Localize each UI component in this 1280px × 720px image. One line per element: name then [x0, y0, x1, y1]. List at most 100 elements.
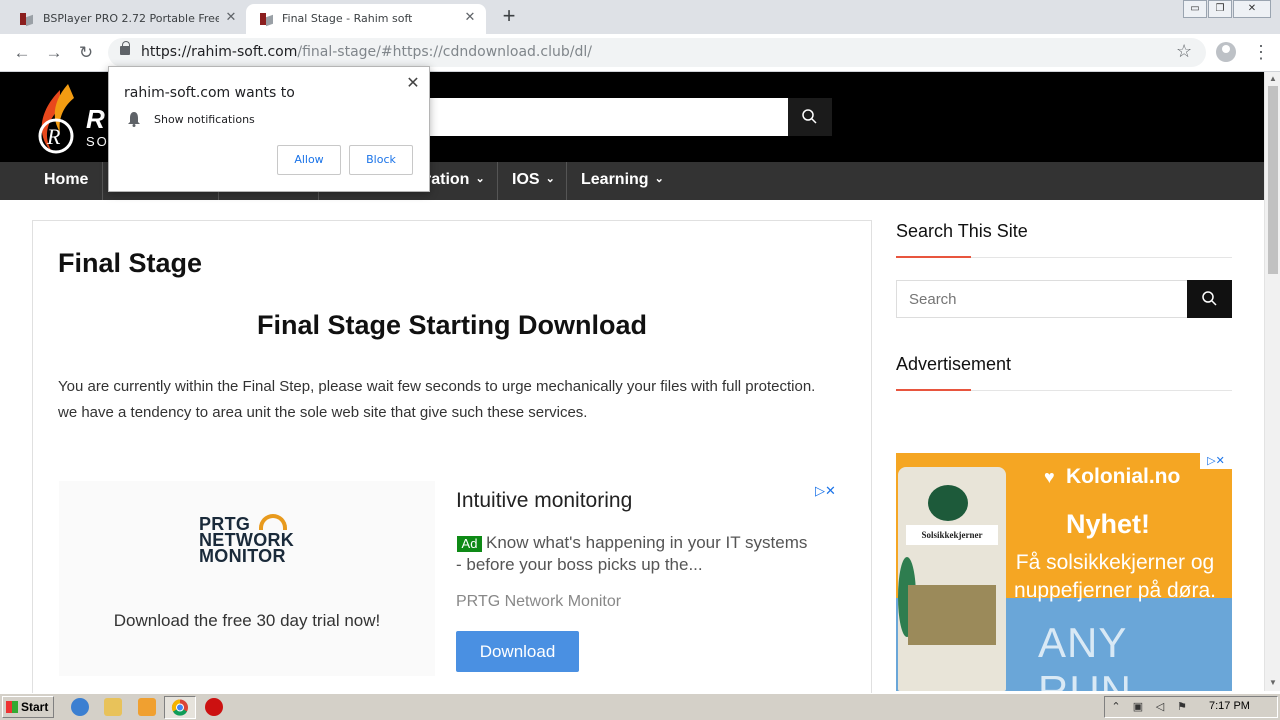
site-logo-subtext: SO	[86, 134, 109, 149]
search-icon	[802, 109, 817, 124]
menu-kebab-icon[interactable]: ⋮	[1252, 42, 1270, 62]
body-line: You are currently within the Final Step,…	[58, 378, 816, 395]
sidebar-search-button[interactable]	[1187, 280, 1232, 318]
tab-title: BSPlayer PRO 2.72 Portable Free Do	[43, 12, 219, 25]
svg-text:R: R	[46, 124, 61, 149]
sidebar-search-input[interactable]	[896, 280, 1188, 318]
block-button[interactable]: Block	[349, 145, 413, 175]
page-scrollbar[interactable]: ▲ ▼	[1264, 72, 1280, 691]
browser-tab-final-stage[interactable]: Final Stage - Rahim soft ✕	[246, 4, 486, 34]
kolonial-ad[interactable]: ▷✕ Solsikkekjerner ♥ Kolonial.no Nyhet! …	[896, 453, 1232, 691]
profile-avatar-icon[interactable]	[1216, 42, 1236, 62]
search-icon	[1202, 291, 1217, 306]
favicon-icon	[20, 13, 33, 27]
notification-permission-popup: rahim-soft.com wants to ✕ Show notificat…	[108, 66, 430, 192]
plus-icon[interactable]: +	[499, 5, 519, 27]
tab-title: Final Stage - Rahim soft	[282, 12, 413, 25]
anyrun-watermark: ANY RUN	[1038, 619, 1132, 691]
volume-icon[interactable]: ◁	[1153, 700, 1167, 714]
adchoices-icon[interactable]: ▷✕	[815, 483, 836, 499]
heading-accent	[896, 256, 971, 258]
system-tray: ⌃ ▣ ◁ ⚑ 7:17 PM	[1104, 696, 1278, 718]
menu-label: Home	[44, 171, 89, 188]
scroll-up-icon[interactable]: ▲	[1265, 72, 1280, 86]
folder-icon[interactable]	[104, 698, 122, 716]
menu-label: ration	[425, 171, 470, 188]
tray-expand-icon[interactable]: ⌃	[1109, 700, 1123, 714]
ad-trial-text: Download the free 30 day trial now!	[113, 611, 381, 630]
url-text[interactable]: https://rahim-soft.com/final-stage/#http…	[141, 44, 592, 60]
popup-title: rahim-soft.com wants to	[124, 85, 295, 101]
chrome-icon	[171, 699, 188, 716]
windows-taskbar: Start ⌃ ▣ ◁ ⚑ 7:17 PM	[0, 693, 1280, 720]
ad-description[interactable]: Know what's happening in your IT systems…	[456, 532, 816, 576]
kolonial-headline: Nyhet!	[1066, 509, 1151, 539]
scroll-thumb[interactable]	[1268, 86, 1278, 274]
network-icon[interactable]: ▣	[1131, 700, 1145, 714]
bag-logo-icon	[928, 485, 968, 521]
menu-item-learning[interactable]: Learning ⌄	[567, 162, 677, 200]
product-bag-image: Solsikkekjerner	[898, 467, 1006, 691]
ad-headline[interactable]: Intuitive monitoring	[456, 489, 632, 513]
url-path: /final-stage/#https://cdndownload.club/d…	[297, 44, 592, 60]
heading-accent	[896, 389, 971, 391]
browser-tab-bsplayer[interactable]: BSPlayer PRO 2.72 Portable Free Do ✕	[0, 4, 246, 34]
start-label: Start	[21, 700, 49, 714]
bookmark-star-icon[interactable]: ☆	[1176, 41, 1192, 62]
prtg-ad-image[interactable]: PRTG NETWORK MONITOR Download the free 3…	[59, 481, 435, 676]
sidebar-ad-heading: Advertisement	[896, 354, 1012, 374]
ad-badge: Ad	[457, 536, 482, 552]
flag-icon[interactable]: ⚑	[1175, 700, 1189, 714]
popup-message: Show notifications	[154, 113, 255, 126]
sidebar-search-heading: Search This Site	[896, 221, 1028, 241]
close-icon[interactable]: ✕	[1233, 0, 1271, 18]
header-search-button[interactable]	[788, 98, 832, 136]
favicon-icon	[260, 13, 273, 27]
windows-logo-icon	[6, 701, 18, 713]
clock[interactable]: 7:17 PM	[1209, 700, 1250, 712]
internet-explorer-icon[interactable]	[71, 698, 89, 716]
header-search-input[interactable]	[420, 98, 788, 136]
tab-close-icon[interactable]: ✕	[223, 10, 239, 26]
ad-advertiser: PRTG Network Monitor	[456, 593, 622, 610]
security-shield-icon[interactable]	[205, 698, 223, 716]
back-icon[interactable]: ←	[11, 42, 33, 64]
scroll-down-icon[interactable]: ▼	[1265, 676, 1280, 690]
reload-icon[interactable]: ↻	[75, 42, 97, 64]
browser-tabstrip: BSPlayer PRO 2.72 Portable Free Do ✕ Fin…	[0, 0, 1280, 34]
body-line: we have a tendency to area unit the sole…	[58, 404, 588, 421]
bell-icon	[128, 112, 140, 127]
adchoices-icon[interactable]: ▷✕	[1200, 453, 1232, 469]
menu-item-ios[interactable]: IOS ⌄	[498, 162, 567, 200]
forward-icon[interactable]: →	[43, 42, 65, 64]
minimize-icon[interactable]: ▭	[1183, 0, 1207, 18]
close-icon[interactable]: ✕	[404, 75, 422, 93]
article-card: Final Stage Final Stage Starting Downloa…	[32, 220, 872, 700]
article-body: You are currently within the Final Step,…	[58, 374, 858, 426]
seeds-image	[908, 585, 996, 645]
page-title: Final Stage	[58, 248, 203, 278]
product-label: Solsikkekjerner	[906, 525, 998, 545]
start-button[interactable]: Start	[2, 696, 54, 718]
ad-download-button[interactable]: Download	[456, 631, 579, 672]
lock-icon[interactable]	[120, 41, 130, 55]
site-logo-text: R	[86, 104, 105, 134]
chevron-down-icon: ⌄	[475, 173, 485, 185]
chevron-down-icon: ⌄	[545, 173, 555, 185]
kolonial-body: Få solsikkekjerner og nuppefjerner på dø…	[1014, 551, 1216, 602]
maximize-icon[interactable]: ❐	[1208, 0, 1232, 18]
taskbar-chrome-button[interactable]	[164, 696, 196, 719]
tab-close-icon[interactable]: ✕	[462, 10, 478, 26]
prtg-logo-line: MONITOR	[199, 546, 286, 566]
kolonial-brand: Kolonial.no	[1066, 465, 1181, 488]
allow-button[interactable]: Allow	[277, 145, 341, 175]
download-heading: Final Stage Starting Download	[256, 310, 648, 340]
media-player-icon[interactable]	[138, 698, 156, 716]
address-bar[interactable]: https://rahim-soft.com/final-stage/#http…	[108, 38, 1206, 67]
menu-label: IOS	[512, 171, 540, 188]
menu-item-home[interactable]: Home	[30, 162, 103, 200]
heart-icon: ♥	[1044, 467, 1055, 487]
url-host: https://rahim-soft.com	[141, 44, 298, 60]
chevron-down-icon: ⌄	[654, 173, 664, 185]
menu-label: Learning	[581, 171, 649, 188]
